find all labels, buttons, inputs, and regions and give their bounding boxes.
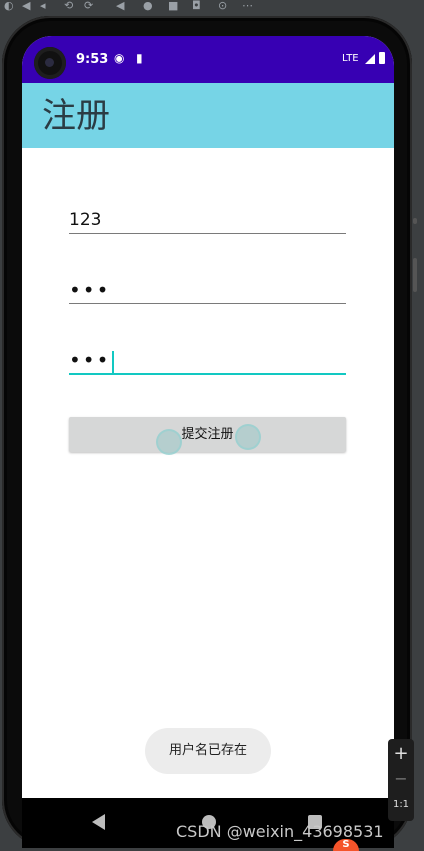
volume-button[interactable] [413,258,417,292]
volume-down-icon[interactable]: ◂ [40,0,46,11]
touch-indicator-icon [156,429,182,455]
submit-register-button[interactable]: 提交注册 [69,417,346,452]
password-input[interactable]: ••• [69,277,346,304]
actual-size-button[interactable]: 1:1 [388,799,414,810]
text-cursor [112,351,115,373]
side-button[interactable] [413,218,417,224]
play-protect-icon: ◉ [114,51,125,65]
volume-up-icon[interactable]: ◀ [22,0,30,11]
confirm-password-input[interactable]: ••• [69,347,346,375]
username-input[interactable]: 123 [69,207,346,234]
nav-back-icon[interactable] [92,814,105,830]
network-type: LTE [342,53,359,64]
overview-icon[interactable]: ■ [168,0,178,11]
password-value: ••• [69,278,111,302]
emulator-zoom-panel: + − 1:1 [388,739,414,821]
confirm-password-value: ••• [69,348,111,372]
toast-text: 用户名已存在 [168,743,247,758]
emulator-toolbar: ◐ ◀ ◂ ⟲ ⟳ ◀ ● ■ ◘ ⊙ ⋯ [0,0,424,14]
submit-register-label: 提交注册 [181,427,234,442]
battery-icon [379,52,385,64]
zoom-out-button[interactable]: − [388,769,414,788]
app-bar: 注册 [22,83,394,148]
touch-indicator-icon [235,424,261,450]
camera-cutout-icon [34,47,66,79]
signal-icon [365,54,375,64]
status-bar: 9:53 ◉ ▮ LTE [22,36,394,83]
device-screen: 9:53 ◉ ▮ LTE 注册 123 ••• ••• 提交注册 用户名已存在 [22,36,394,798]
status-time: 9:53 [76,52,109,67]
zoom-in-button[interactable]: + [388,743,414,764]
home-icon[interactable]: ● [143,0,153,11]
screenshot-icon[interactable]: ◘ [192,0,201,11]
username-value: 123 [69,210,102,230]
more-icon[interactable]: ⋯ [242,0,253,11]
rotate-right-icon[interactable]: ⟳ [84,0,93,11]
page-title: 注册 [42,96,110,136]
power-icon[interactable]: ◐ [4,0,14,11]
watermark: CSDN @weixin_43698531 [176,822,384,841]
sd-card-icon: ▮ [136,51,143,65]
toast-message: 用户名已存在 [145,728,271,774]
back-icon[interactable]: ◀ [116,0,124,11]
zoom-icon[interactable]: ⊙ [218,0,227,11]
rotate-left-icon[interactable]: ⟲ [64,0,73,11]
